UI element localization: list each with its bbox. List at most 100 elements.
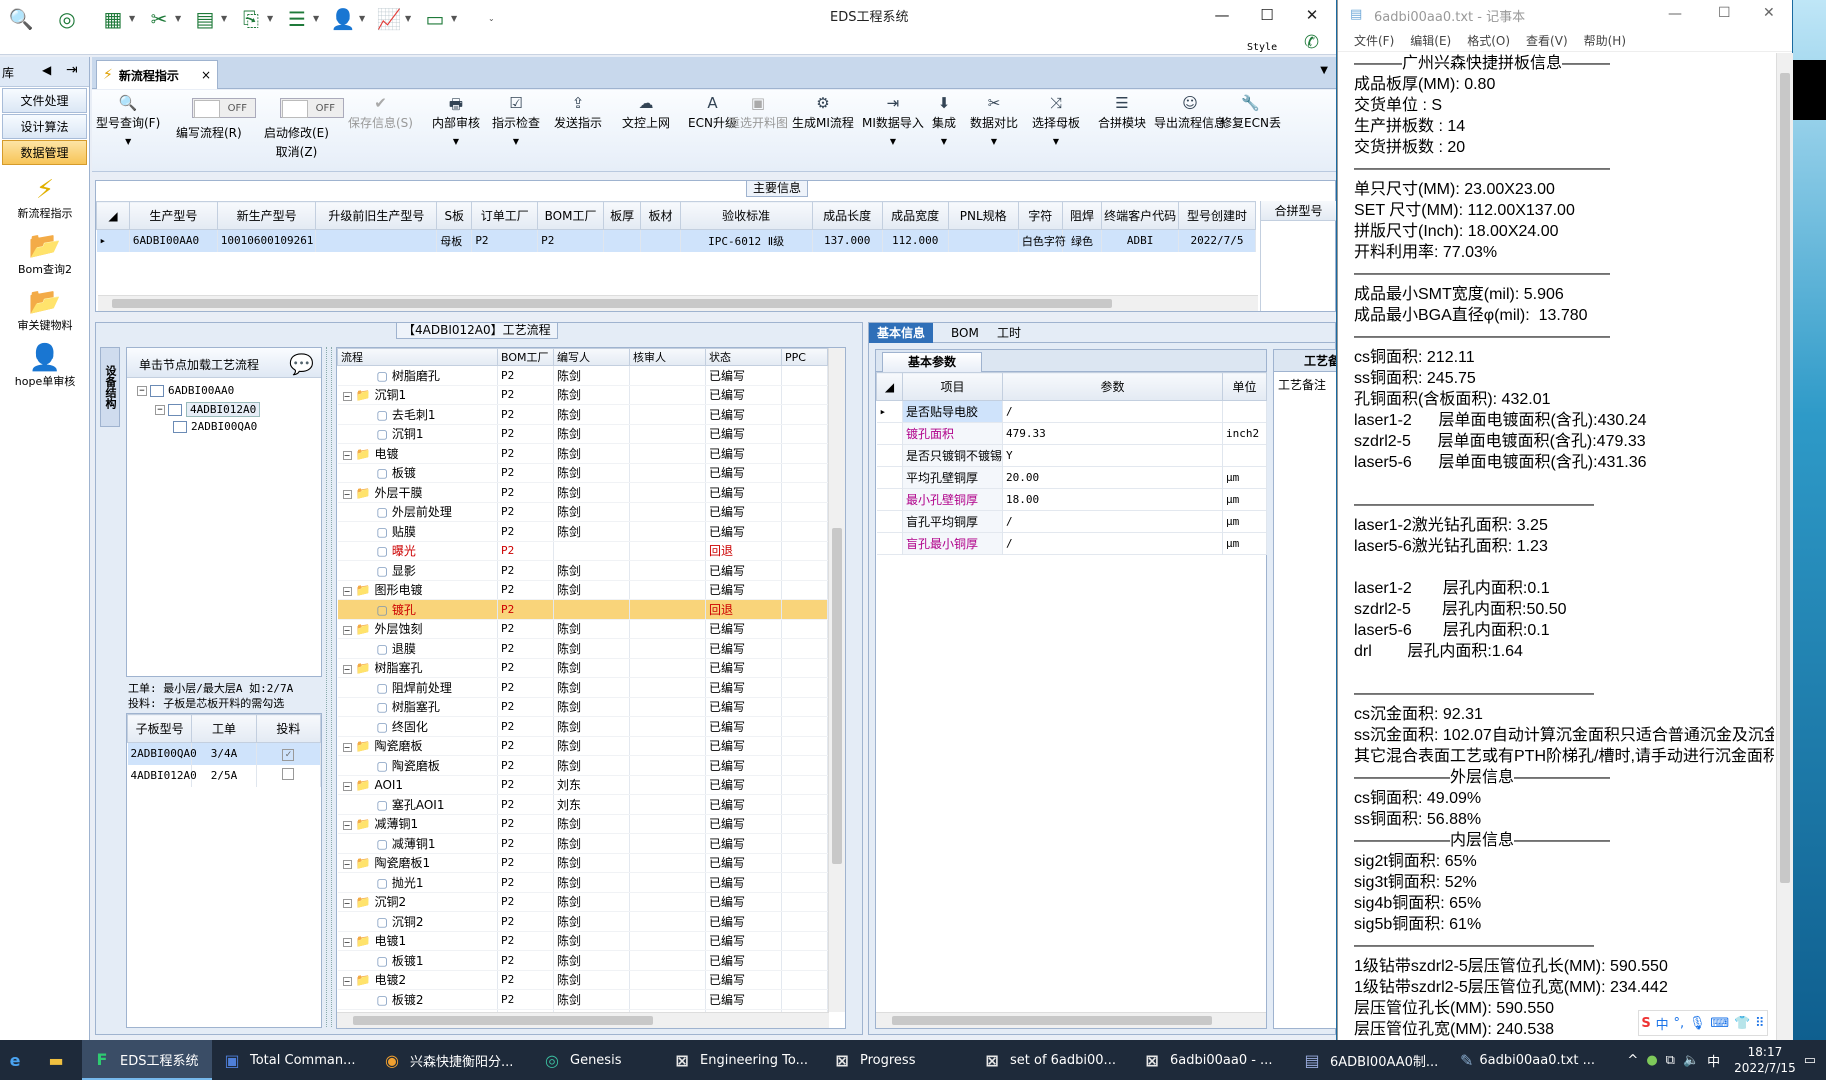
param-value[interactable]: / bbox=[1002, 400, 1223, 423]
chevron-down-icon[interactable]: ▼ bbox=[129, 14, 135, 23]
collapse-icon[interactable]: − bbox=[342, 392, 352, 402]
menu-item[interactable]: 格式(O) bbox=[1467, 32, 1510, 49]
tab-dropdown-icon[interactable]: ▼ bbox=[1320, 65, 1328, 76]
notepad-text-area[interactable]: ———广州兴森快捷拼板信息——— 成品板厚(MM): 0.80 交货单位 : S 生产… bbox=[1354, 53, 1774, 1040]
chevron-down-icon[interactable]: ▼ bbox=[432, 137, 480, 146]
process-row[interactable]: ▢ 终固化 P2 陈剑 已编写 bbox=[337, 716, 828, 737]
tab-close-icon[interactable]: × bbox=[201, 68, 211, 82]
table-cell[interactable]: 母板 bbox=[436, 229, 473, 252]
process-row[interactable]: ▢ 去毛刺1 P2 陈剑 已编写 bbox=[337, 404, 828, 425]
process-name-cell[interactable]: ▢ 曝光 bbox=[337, 541, 498, 561]
notification-icon[interactable]: ▭ bbox=[1804, 1053, 1816, 1068]
ribbon-button[interactable]: ✔ 保存信息(S) bbox=[348, 94, 413, 131]
process-name-cell[interactable]: − 📁 外层蚀刻 bbox=[337, 619, 498, 639]
ribbon-button[interactable]: 编写流程(R) bbox=[176, 124, 242, 141]
ime-tray[interactable]: 中 bbox=[1707, 1051, 1720, 1070]
param-value[interactable]: / bbox=[1002, 510, 1223, 533]
table-cell[interactable]: P2 bbox=[471, 229, 539, 252]
process-row[interactable]: ▢ 曝光 P2 回退 bbox=[337, 541, 828, 561]
taskbar-item[interactable]: ⊠ set of 6adbi00... bbox=[972, 1040, 1132, 1080]
nav-shortcut[interactable]: 👤 hope单审核 bbox=[0, 335, 90, 389]
ribbon-button[interactable]: ☺ 导出流程信息 bbox=[1154, 94, 1226, 131]
sogou-icon[interactable]: S bbox=[1641, 1016, 1650, 1031]
shirt-icon[interactable]: 👕 bbox=[1734, 1016, 1750, 1031]
param-row[interactable]: 平均孔壁铜厚 20.00 μm bbox=[876, 466, 1267, 489]
process-row[interactable]: − 📁 电镀2 P2 陈剑 已编写 bbox=[337, 970, 828, 990]
collapse-icon[interactable]: − bbox=[342, 821, 352, 831]
chevron-down-icon[interactable]: ▼ bbox=[492, 137, 540, 146]
tab-new-process[interactable]: ⚡ 新流程指示 × bbox=[96, 60, 218, 89]
table-cell[interactable] bbox=[640, 229, 681, 252]
process-name-cell[interactable]: ▢ 外层前处理 bbox=[337, 502, 498, 522]
collapse-icon[interactable]: − bbox=[342, 977, 352, 987]
process-name-cell[interactable]: ▢ 镀孔 bbox=[337, 599, 498, 620]
collapse-icon[interactable]: − bbox=[342, 626, 352, 636]
table-cell[interactable]: 2/5A bbox=[191, 764, 257, 787]
table-cell[interactable]: 3/4A bbox=[191, 742, 257, 765]
collapse-icon[interactable]: − bbox=[342, 450, 352, 460]
ime-toolbar[interactable]: S 中 °, 🎙 ⌨ 👕 ⠿ bbox=[1638, 1010, 1768, 1036]
chevron-down-icon[interactable]: ▼ bbox=[862, 137, 924, 146]
taskbar-item[interactable]: ▣ Total Comman... bbox=[212, 1040, 372, 1080]
ribbon-button[interactable]: ⤨ 选择母板 ▼ bbox=[1032, 94, 1080, 146]
process-row[interactable]: ▢ 抛光1 P2 陈剑 已编写 bbox=[337, 872, 828, 893]
process-row[interactable]: ▢ 沉铜2 P2 陈剑 已编写 bbox=[337, 911, 828, 932]
taskbar-item[interactable]: F EDS工程系统 bbox=[82, 1040, 212, 1080]
process-row[interactable]: − 📁 外层干膜 P2 陈剑 已编写 bbox=[337, 482, 828, 503]
ribbon-button[interactable]: ☰ 合拼模块 bbox=[1098, 94, 1146, 131]
clock[interactable]: 18:17 2022/7/15 bbox=[1734, 1044, 1796, 1076]
column-header[interactable]: 终端客户代码 bbox=[1101, 201, 1180, 230]
process-name-cell[interactable]: − 📁 图形电镀 bbox=[337, 580, 498, 600]
toggle-switch[interactable]: OFF bbox=[280, 98, 344, 118]
process-row[interactable]: ▢ 树脂磨孔 P2 陈剑 已编写 bbox=[337, 365, 828, 386]
ribbon-button[interactable]: 🔧 修复ECN丢 bbox=[1220, 94, 1281, 131]
process-row[interactable]: − 📁 陶瓷磨板 P2 陈剑 已编写 bbox=[337, 736, 828, 756]
process-name-cell[interactable]: − 📁 沉铜1 bbox=[337, 385, 498, 405]
collapse-icon[interactable]: − bbox=[342, 860, 352, 870]
process-name-cell[interactable]: ▢ 沉铜2 bbox=[337, 911, 498, 932]
nav-shortcut[interactable]: 📂 审关键物料 bbox=[0, 279, 90, 333]
param-row[interactable]: 镀孔面积 479.33 inch2 bbox=[876, 422, 1267, 445]
collapse-icon[interactable]: − bbox=[342, 489, 352, 499]
collapse-icon[interactable]: − bbox=[342, 665, 352, 675]
taskbar-item[interactable]: ✎ 6adbi00aa0.txt ... bbox=[1452, 1040, 1602, 1080]
basic-tab[interactable]: 基本信息 bbox=[869, 323, 934, 343]
column-header[interactable]: 验收标准 bbox=[679, 201, 813, 230]
mic-icon[interactable]: 🎙 bbox=[1689, 1016, 1706, 1031]
ribbon-button[interactable]: ✂ 数据对比 ▼ bbox=[970, 94, 1018, 146]
maximize-button[interactable]: ☐ bbox=[1247, 2, 1287, 28]
table-cell[interactable]: 2022/7/5 bbox=[1178, 229, 1256, 252]
collapse-icon[interactable]: − bbox=[342, 743, 352, 753]
taskbar-item[interactable]: ▬ bbox=[36, 1040, 82, 1080]
process-name-cell[interactable]: − 📁 陶瓷磨板1 bbox=[337, 853, 498, 873]
notepad-minimize-button[interactable]: — bbox=[1668, 6, 1682, 22]
process-row[interactable]: ▢ 板镀1 P2 陈剑 已编写 bbox=[337, 950, 828, 971]
table-cell[interactable]: P2 bbox=[537, 229, 604, 252]
user-icon[interactable]: 👤 bbox=[330, 6, 356, 32]
column-header[interactable]: BOM工厂 bbox=[497, 348, 554, 366]
table-cell[interactable] bbox=[315, 229, 438, 252]
column-header[interactable]: 成品长度 bbox=[811, 201, 883, 230]
process-row[interactable]: ▢ 树脂塞孔 P2 陈剑 已编写 bbox=[337, 697, 828, 717]
process-name-cell[interactable]: ▢ 抛光1 bbox=[337, 872, 498, 893]
tree-node[interactable]: − 6ADBI00AA0 bbox=[137, 384, 234, 397]
ribbon-button[interactable]: ⬇ 集成 ▼ bbox=[932, 94, 956, 146]
table-cell[interactable]: ADBI bbox=[1101, 229, 1180, 252]
column-header[interactable]: 参数 bbox=[1002, 372, 1223, 401]
process-name-cell[interactable]: ▢ 贴膜 bbox=[337, 521, 498, 542]
chevron-down-icon[interactable]: ▼ bbox=[267, 14, 273, 23]
menu-item[interactable]: 编辑(E) bbox=[1410, 32, 1451, 49]
grid-icon[interactable]: ⠿ bbox=[1755, 1016, 1765, 1031]
table-cell[interactable]: 2ADBI00QA0 bbox=[127, 742, 197, 765]
table-cell[interactable]: IPC-6012 Ⅱ级 bbox=[680, 229, 813, 252]
phone-icon[interactable]: ✆ bbox=[1304, 32, 1319, 53]
column-header[interactable]: PNL规格 bbox=[947, 201, 1019, 230]
param-row[interactable]: 是否只镀铜不镀锡 Y bbox=[876, 444, 1267, 467]
process-row[interactable]: ▢ 塞孔AOI1 P2 刘东 已编写 bbox=[337, 794, 828, 815]
menu-item[interactable]: 文件(F) bbox=[1354, 32, 1394, 49]
table-cell[interactable]: 白色字符 bbox=[1018, 229, 1066, 252]
subtab-basic-params[interactable]: 基本参数 bbox=[882, 352, 982, 372]
splitter[interactable] bbox=[326, 347, 332, 1027]
table-row[interactable]: 2ADBI00QA0 3/4A ✓ bbox=[127, 742, 322, 765]
monitor-icon[interactable]: ▭ bbox=[422, 6, 448, 32]
